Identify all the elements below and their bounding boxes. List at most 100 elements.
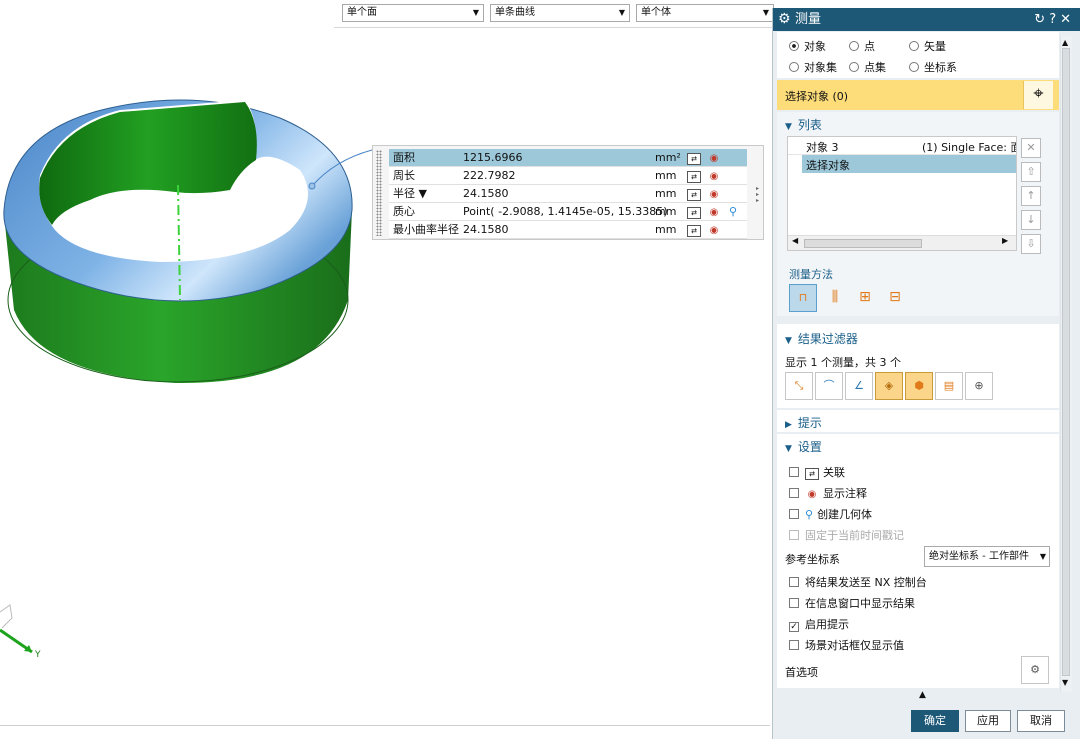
radio-vector[interactable]: 矢量 [909,38,946,54]
reset-icon[interactable]: ↻ [1034,12,1049,27]
ring-model[interactable]: Y [0,0,770,739]
measure-dialog: ⚙ 测量 ↻?✕ 对象 点 矢量 对象集 点集 坐标系 选择对象 (0) ⌖ ▼… [772,8,1080,739]
result-row-min-curvature[interactable]: 最小曲率半径 24.1580 mm ⇄ ◉ [389,221,747,239]
move-up-icon[interactable]: ↑ [1021,186,1041,206]
preferences-ruler-icon[interactable]: ⚙ [1021,656,1049,684]
annotation-eye-icon[interactable]: ◉ [707,225,721,237]
scroll-thumb[interactable] [804,239,922,248]
radio-object-set[interactable]: 对象集 [789,59,837,75]
dialog-scrollbar[interactable]: ▲ ▼ [1060,36,1072,692]
checkbox-label: 显示注释 [823,487,867,500]
curve-filter-value: 单条曲线 [495,7,535,18]
close-icon[interactable]: ✕ [1060,12,1075,27]
radio-label: 对象集 [804,61,837,74]
horizontal-scrollbar[interactable]: ◀ ▶ [788,235,1016,250]
list-header[interactable]: ▼ 列表 [785,116,822,133]
associative-icon[interactable]: ⇄ [687,189,701,201]
result-row-area[interactable]: 面积 1215.6966 mm² ⇄ ◉ [389,149,747,167]
scroll-right-icon[interactable]: ▶ [1002,236,1008,245]
scroll-down-icon[interactable]: ▼ [1062,678,1068,687]
result-value: 24.1580 [463,187,509,200]
dialog-titlebar[interactable]: ⚙ 测量 ↻?✕ [773,8,1080,31]
scroll-up-icon[interactable]: ▲ [1062,38,1068,47]
radio-point-set[interactable]: 点集 [849,59,886,75]
gear-icon[interactable]: ⚙ [778,8,791,31]
result-name: 周长 [393,169,415,182]
annotation-eye-icon: ◉ [807,489,817,500]
create-geometry-icon[interactable]: ⚲ [729,203,737,221]
associative-checkbox[interactable]: ⇄ 关联 [789,464,845,480]
filter-angle-icon[interactable]: ∠ [845,372,873,400]
collapse-triangle-icon: ▼ [785,444,792,454]
filter-area-icon[interactable]: ◈ [875,372,903,400]
annotation-eye-icon[interactable]: ◉ [707,171,721,183]
hints-panel[interactable]: ▶ 提示 [777,410,1059,432]
graphics-viewport[interactable]: Y [0,0,770,739]
annotation-eye-icon[interactable]: ◉ [707,189,721,201]
checkbox-label: 固定于当前时间戳记 [805,529,904,542]
expand-handle-icon[interactable]: ▸ ▸ ▸ [756,186,759,204]
object-type-panel: 对象 点 矢量 对象集 点集 坐标系 [777,32,1059,78]
chevron-down-icon: ▼ [618,8,625,17]
filter-distance-icon[interactable]: ⤡ [785,372,813,400]
collapse-up-icon[interactable]: ▲ [919,690,926,700]
drag-handle[interactable] [376,150,382,236]
method-distance-icon[interactable]: ⊓ [789,284,817,312]
result-filter-header[interactable]: ▼ 结果过滤器 [785,330,858,347]
result-row-perimeter[interactable]: 周长 222.7982 mm ⇄ ◉ [389,167,747,185]
create-geometry-checkbox[interactable]: ⚲ 创建几何体 [789,506,872,522]
scroll-left-icon[interactable]: ◀ [792,236,798,245]
filter-curve-icon[interactable]: ⌒ [815,372,843,400]
send-to-console-checkbox[interactable]: 将结果发送至 NX 控制台 [789,574,927,590]
remove-item-icon[interactable]: ✕ [1021,138,1041,158]
hints-header[interactable]: ▶ 提示 [785,414,822,431]
filter-more-icon[interactable]: ⊕ [965,372,993,400]
select-objects-bar[interactable]: 选择对象 (0) ⌖ [777,80,1059,110]
result-row-centroid[interactable]: 质心 Point( -2.9088, 1.4145e-05, 15.3385) … [389,203,747,221]
annotation-eye-icon[interactable]: ◉ [707,153,721,165]
scene-only-checkbox[interactable]: 场景对话框仅显示值 [789,637,904,653]
radio-label: 点 [864,40,875,53]
list-item-selected[interactable]: 选择对象 [802,155,1016,173]
filter-volume-icon[interactable]: ⬢ [905,372,933,400]
method-screen-icon[interactable]: ⊞ [851,284,879,312]
filter-thickness-icon[interactable]: ▤ [935,372,963,400]
ref-csys-dropdown[interactable]: 绝对坐标系 - 工作部件 ▼ [924,546,1050,567]
crosshair-icon[interactable]: ⌖ [1023,81,1053,109]
show-annotation-checkbox[interactable]: ◉ 显示注释 [789,485,867,501]
associative-icon[interactable]: ⇄ [687,207,701,219]
result-row-radius[interactable]: 半径 ▼ 24.1580 mm ⇄ ◉ [389,185,747,203]
enable-hints-checkbox[interactable]: ✓ 启用提示 [789,616,849,632]
method-length-icon[interactable]: ⊟ [881,284,909,312]
radio-object[interactable]: 对象 [789,38,826,54]
help-icon[interactable]: ? [1049,12,1060,27]
annotation-eye-icon[interactable]: ◉ [707,207,721,219]
ok-button[interactable]: 确定 [911,710,959,732]
cancel-button[interactable]: 取消 [1017,710,1065,732]
move-down-icon[interactable]: ↓ [1021,210,1041,230]
filter-summary: 显示 1 个测量，共 3 个 [785,356,901,369]
associative-icon[interactable]: ⇄ [687,153,701,165]
radio-point[interactable]: 点 [849,38,875,54]
move-top-icon[interactable]: ⇧ [1021,162,1041,182]
checkbox-label: 在信息窗口中显示结果 [805,597,915,610]
list-panel: ▼ 列表 对象 3 (1) Single Face: 面 选择对象 ◀ ▶ ✕ ⇧… [777,112,1059,262]
associative-icon[interactable]: ⇄ [687,171,701,183]
result-unit: mm [655,223,677,236]
measurement-results-table[interactable]: ▸ ▸ ▸ 面积 1215.6966 mm² ⇄ ◉ 周长 222.7982 mm … [372,145,764,240]
list-item[interactable]: 对象 3 (1) Single Face: 面 [788,137,1016,155]
face-filter-dropdown[interactable]: 单个面 ▼ [342,4,484,22]
show-in-info-checkbox[interactable]: 在信息窗口中显示结果 [789,595,915,611]
object-list[interactable]: 对象 3 (1) Single Face: 面 选择对象 ◀ ▶ [787,136,1017,251]
settings-header[interactable]: ▼ 设置 [785,438,822,455]
method-panel: 测量方法 ⊓ ⫼ ⊞ ⊟ [777,262,1059,316]
method-projected-icon[interactable]: ⫼ [821,284,849,312]
radio-csys[interactable]: 坐标系 [909,59,957,75]
associative-icon[interactable]: ⇄ [687,225,701,237]
apply-button[interactable]: 应用 [965,710,1011,732]
move-bottom-icon[interactable]: ⇩ [1021,234,1041,254]
scroll-thumb[interactable] [1062,48,1070,676]
body-filter-dropdown[interactable]: 单个体 ▼ [636,4,774,22]
list-header-label: 列表 [797,118,822,132]
curve-filter-dropdown[interactable]: 单条曲线 ▼ [490,4,630,22]
